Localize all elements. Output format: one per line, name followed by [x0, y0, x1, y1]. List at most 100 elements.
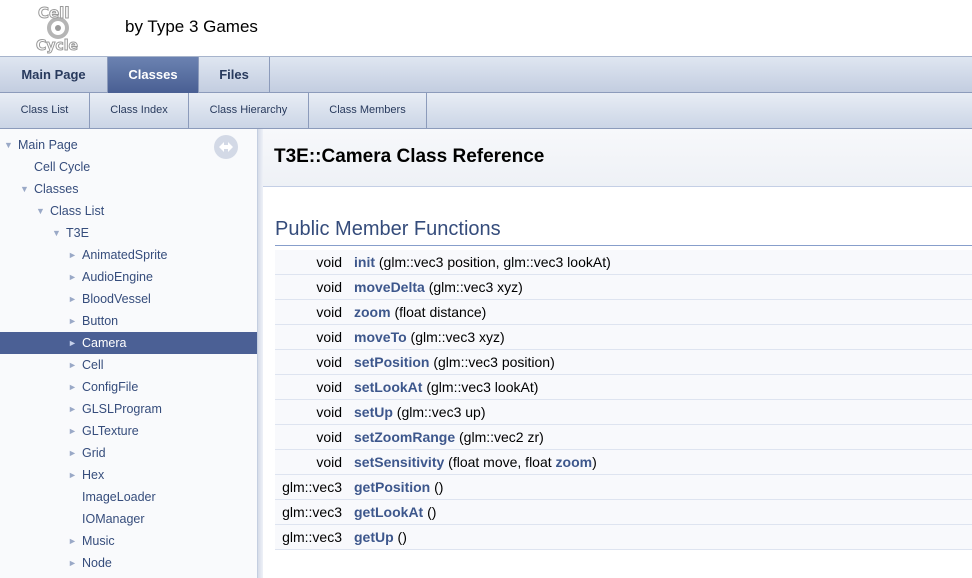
collapsed-arrow-icon[interactable]: ►: [68, 376, 78, 398]
member-signature: setLookAt (glm::vec3 lookAt): [354, 375, 538, 400]
argument-link[interactable]: zoom: [556, 454, 593, 470]
tree-item-button[interactable]: ► Button: [0, 310, 257, 332]
tree-item-label[interactable]: Cell: [82, 354, 104, 376]
member-function-link[interactable]: getUp: [354, 529, 394, 545]
tree-item-hex[interactable]: ► Hex: [0, 464, 257, 486]
member-arguments: (): [430, 479, 444, 495]
member-row: void setLookAt (glm::vec3 lookAt): [275, 375, 972, 400]
tab-files[interactable]: Files: [199, 57, 270, 93]
member-row: void init (glm::vec3 position, glm::vec3 …: [275, 250, 972, 275]
member-arguments: (float distance): [390, 304, 487, 320]
sync-icon[interactable]: [214, 135, 238, 159]
member-function-link[interactable]: setPosition: [354, 354, 429, 370]
tree-item-label[interactable]: BloodVessel: [82, 288, 151, 310]
tree-item-node[interactable]: ► Node: [0, 552, 257, 574]
tree-item-bloodvessel[interactable]: ► BloodVessel: [0, 288, 257, 310]
collapsed-arrow-icon[interactable]: ►: [68, 464, 78, 486]
tree-item-cell[interactable]: ► Cell: [0, 354, 257, 376]
member-function-link[interactable]: getLookAt: [354, 504, 423, 520]
tree-item-label[interactable]: AnimatedSprite: [82, 244, 167, 266]
member-table: void init (glm::vec3 position, glm::vec3 …: [275, 250, 972, 550]
collapsed-arrow-icon[interactable]: ►: [68, 530, 78, 552]
member-signature: getUp (): [354, 525, 407, 550]
tree-item-label[interactable]: GLTexture: [82, 420, 139, 442]
collapsed-arrow-icon[interactable]: ►: [68, 354, 78, 376]
tree-item-label[interactable]: Class List: [50, 200, 104, 222]
member-return-type: glm::vec3: [282, 479, 342, 495]
tab-class-members[interactable]: Class Members: [309, 93, 427, 128]
tree-item-camera[interactable]: ► Camera: [0, 332, 257, 354]
member-row: glm::vec3 getUp (): [275, 525, 972, 550]
tree-item-label[interactable]: Button: [82, 310, 118, 332]
collapsed-arrow-icon[interactable]: ►: [68, 310, 78, 332]
tree-item-classes[interactable]: ▼ Classes: [0, 178, 257, 200]
collapsed-arrow-icon[interactable]: ►: [68, 552, 78, 574]
page-title: T3E::Camera Class Reference: [274, 146, 545, 167]
member-function-link[interactable]: getPosition: [354, 479, 430, 495]
member-signature: setSensitivity (float move, float zoom): [354, 450, 597, 475]
member-function-link[interactable]: init: [354, 254, 375, 270]
tree-item-imageloader[interactable]: ImageLoader: [0, 486, 257, 508]
collapsed-arrow-icon[interactable]: ►: [68, 442, 78, 464]
expanded-arrow-icon[interactable]: ▼: [36, 200, 46, 222]
tree-item-grid[interactable]: ► Grid: [0, 442, 257, 464]
tree-item-label[interactable]: AudioEngine: [82, 266, 153, 288]
tab-main-page[interactable]: Main Page: [0, 57, 108, 93]
member-signature: getPosition (): [354, 475, 443, 500]
tree-item-label[interactable]: T3E: [66, 222, 89, 244]
tree-item-music[interactable]: ► Music: [0, 530, 257, 552]
tree-item-label[interactable]: Classes: [34, 178, 78, 200]
tree-item-label[interactable]: Hex: [82, 464, 104, 486]
tree-item-label[interactable]: Cell Cycle: [34, 156, 90, 178]
member-function-link[interactable]: setUp: [354, 404, 393, 420]
collapsed-arrow-icon[interactable]: ►: [68, 332, 78, 354]
tree-item-t3e[interactable]: ▼ T3E: [0, 222, 257, 244]
tree-item-label[interactable]: ConfigFile: [82, 376, 138, 398]
tree-item-label[interactable]: GLSLProgram: [82, 398, 162, 420]
member-row: void zoom (float distance): [275, 300, 972, 325]
tab-class-list[interactable]: Class List: [0, 93, 90, 128]
member-function-link[interactable]: setZoomRange: [354, 429, 455, 445]
member-arguments: (): [423, 504, 437, 520]
tree-item-label[interactable]: IOManager: [82, 508, 145, 530]
tree-item-label[interactable]: Node: [82, 552, 112, 574]
tree-item-label[interactable]: ImageLoader: [82, 486, 156, 508]
expanded-arrow-icon[interactable]: ▼: [20, 178, 30, 200]
member-function-link[interactable]: moveDelta: [354, 279, 425, 295]
collapsed-arrow-icon[interactable]: ►: [68, 288, 78, 310]
cell-cycle-logo[interactable]: Cell Cycle: [34, 2, 82, 55]
expanded-arrow-icon[interactable]: ▼: [4, 134, 14, 156]
member-function-link[interactable]: moveTo: [354, 329, 407, 345]
tab-class-hierarchy[interactable]: Class Hierarchy: [189, 93, 309, 128]
member-return-type: void: [316, 404, 342, 420]
tab-class-index[interactable]: Class Index: [90, 93, 189, 128]
collapsed-arrow-icon[interactable]: ►: [68, 398, 78, 420]
tab-classes[interactable]: Classes: [108, 57, 199, 93]
tree-item-configfile[interactable]: ► ConfigFile: [0, 376, 257, 398]
member-arguments: (float move, float: [444, 454, 556, 470]
tree-item-glslprogram[interactable]: ► GLSLProgram: [0, 398, 257, 420]
member-function-link[interactable]: setLookAt: [354, 379, 422, 395]
collapsed-arrow-icon[interactable]: ►: [68, 266, 78, 288]
member-arguments: (glm::vec3 position, glm::vec3 lookAt): [375, 254, 611, 270]
collapsed-arrow-icon[interactable]: ►: [68, 420, 78, 442]
member-return-type: glm::vec3: [282, 529, 342, 545]
member-function-link[interactable]: zoom: [354, 304, 391, 320]
tree-item-label[interactable]: Camera: [82, 332, 126, 354]
tree-item-label[interactable]: Grid: [82, 442, 106, 464]
header: Cell Cycle by Type 3 Games: [0, 0, 972, 56]
collapsed-arrow-icon[interactable]: ►: [68, 244, 78, 266]
tree-item-cell-cycle[interactable]: Cell Cycle: [0, 156, 257, 178]
tree-item-class-list[interactable]: ▼ Class List: [0, 200, 257, 222]
member-function-link[interactable]: setSensitivity: [354, 454, 444, 470]
member-row: void setPosition (glm::vec3 position): [275, 350, 972, 375]
tree-item-label[interactable]: Main Page: [18, 134, 78, 156]
expanded-arrow-icon[interactable]: ▼: [52, 222, 62, 244]
tree-item-animatedsprite[interactable]: ► AnimatedSprite: [0, 244, 257, 266]
tree-item-audioengine[interactable]: ► AudioEngine: [0, 266, 257, 288]
tree-item-gltexture[interactable]: ► GLTexture: [0, 420, 257, 442]
tree-item-iomanager[interactable]: IOManager: [0, 508, 257, 530]
tree-item-label[interactable]: Music: [82, 530, 115, 552]
member-return-type: void: [316, 279, 342, 295]
member-row: void moveDelta (glm::vec3 xyz): [275, 275, 972, 300]
